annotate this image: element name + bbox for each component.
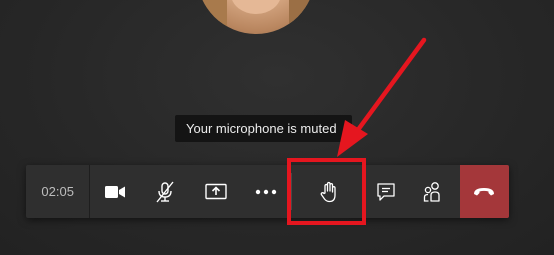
more-options-icon (255, 189, 276, 194)
hand-icon (320, 181, 336, 202)
meeting-stage: Your microphone is muted 02:05 (0, 0, 554, 255)
call-toolbar: 02:05 (26, 165, 509, 218)
camera-button[interactable] (90, 165, 140, 218)
video-camera-icon (105, 185, 126, 198)
participants-button[interactable] (407, 165, 460, 218)
share-screen-icon (204, 183, 227, 199)
share-screen-button[interactable] (191, 165, 241, 218)
hang-up-button[interactable] (459, 165, 509, 218)
mute-tooltip: Your microphone is muted (175, 115, 352, 142)
chat-icon (377, 182, 395, 201)
participant-avatar (197, 0, 315, 34)
microphone-button[interactable] (140, 165, 190, 218)
microphone-muted-icon (156, 181, 175, 202)
raise-hand-button[interactable] (292, 165, 366, 218)
phone-hangup-icon (474, 187, 495, 195)
participants-icon (424, 181, 441, 202)
more-options-button[interactable] (241, 165, 291, 218)
chat-button[interactable] (365, 165, 407, 218)
call-timer: 02:05 (26, 165, 91, 218)
